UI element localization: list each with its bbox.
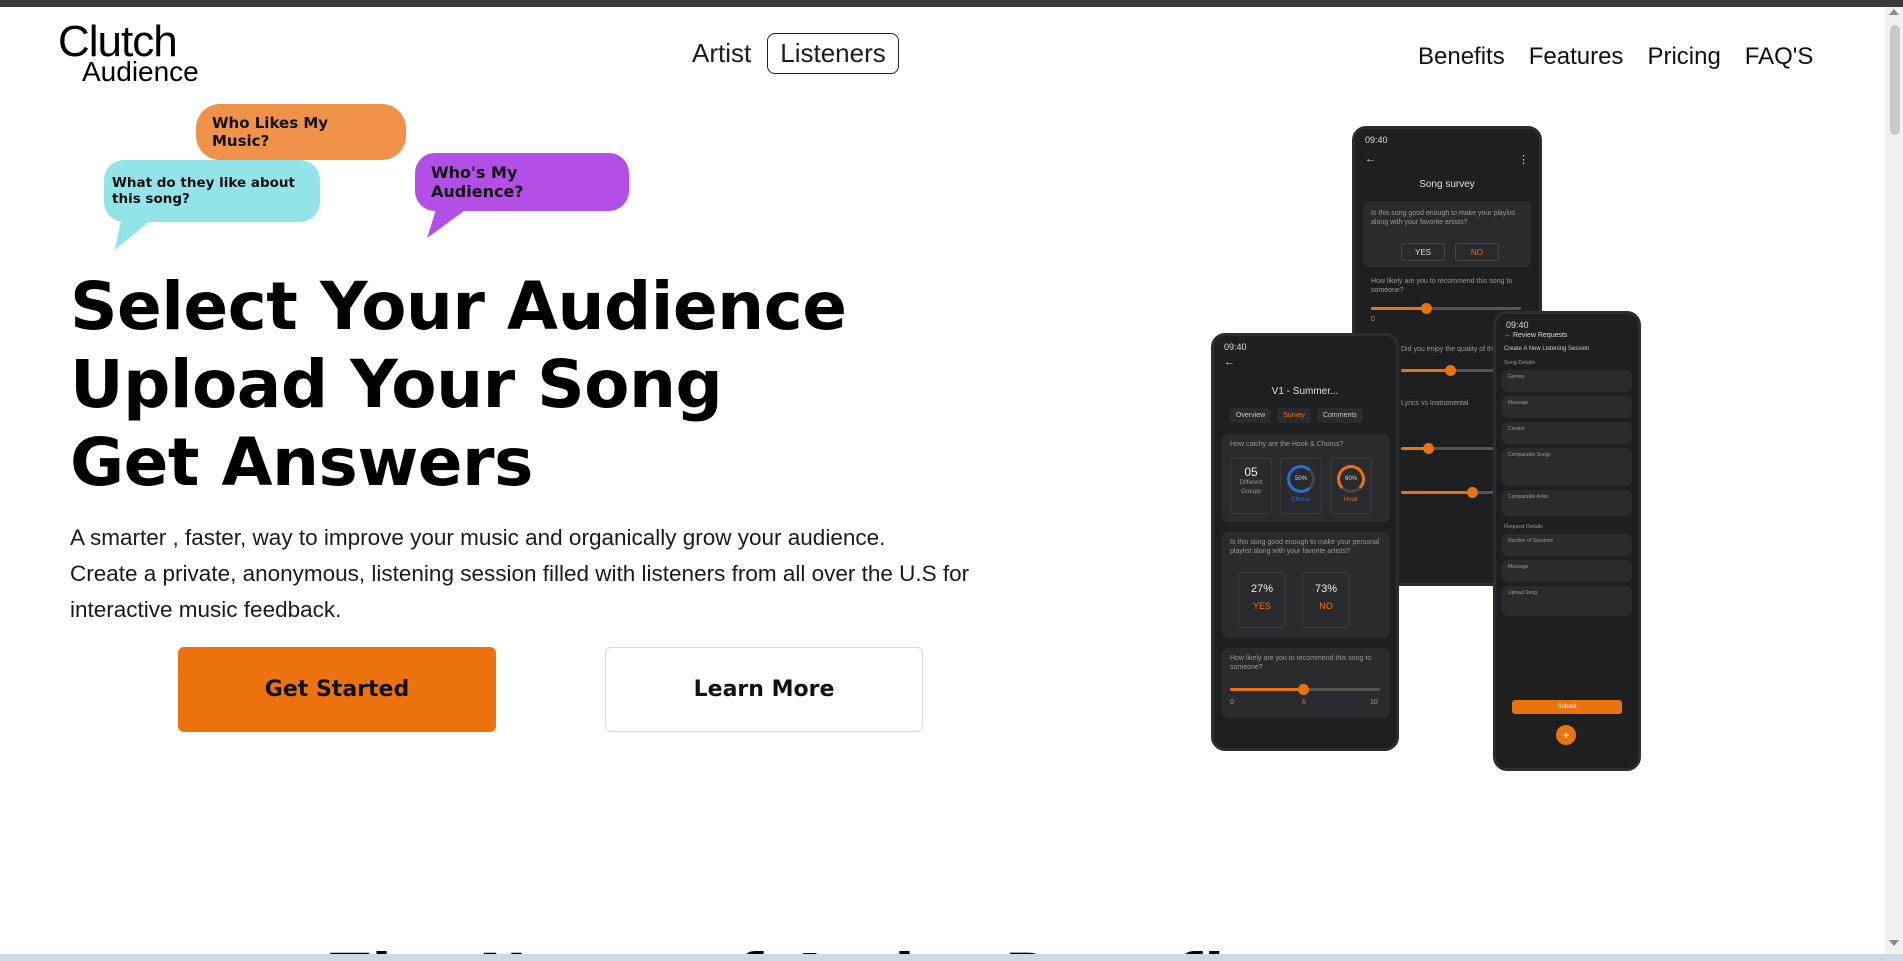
song-details-heading: Song Details [1504,360,1536,366]
field-label: Message [1508,564,1529,570]
request-details-heading: Request Details [1504,524,1543,530]
field-label: Number of Sessions [1508,538,1554,544]
field-message: Message [1502,396,1632,418]
next-section-heading: The Name of Artist Benefits [330,935,1292,954]
learn-more-button[interactable]: Learn More [605,647,923,732]
headline-line-3: Get Answers [70,424,533,501]
field-sessions: Number of Sessions [1502,534,1632,556]
nav-benefits[interactable]: Benefits [1418,43,1505,71]
back-arrow-icon: ← [1224,356,1235,368]
survey-question: How likely are you to recommend this son… [1371,278,1513,294]
review-title-text: Review Requests [1512,332,1568,339]
hook-stat: 60% Hook [1330,458,1372,514]
stats-tabs: Overview Survey Comments [1230,408,1363,423]
chorus-ring: 50% [1287,465,1315,493]
field-genres: Genres [1502,370,1632,392]
chorus-stat: 50% Chorus [1280,458,1322,514]
phone-title: V1 - Summer... [1271,386,1339,397]
get-started-button[interactable]: Get Started [178,647,496,732]
hero-description: A smarter , faster, way to improve your … [70,520,1050,628]
add-icon: + [1556,725,1576,745]
phone-title: Song survey [1419,179,1475,190]
field-label: Upload Song [1508,590,1537,596]
hero-sub-2: Create a private, anonymous, listening s… [70,561,970,622]
field-label: Comparable Songs [1508,452,1551,458]
no-option: NO [1455,243,1499,261]
phone-time: 09:40 [1224,342,1247,352]
groups-value: 05 [1244,465,1258,479]
phone-time: 09:40 [1365,135,1388,145]
field-label: Genres [1508,374,1525,380]
brand-subname: Audience [82,56,199,87]
slider-value: 6 [1302,699,1306,706]
more-icon: ⋮ [1518,154,1529,166]
no-label: NO [1319,601,1333,611]
yes-label: YES [1252,601,1271,611]
headline-line-2: Upload Your Song [70,346,723,423]
playlist-card: Is this song good enough to make your pe… [1222,532,1390,638]
slider-min: 0 [1371,316,1375,323]
yes-stat: 27% YES [1238,572,1286,628]
hero-headline: Select Your Audience Upload Your Song Ge… [70,268,847,502]
browser-bottom-bar [0,954,1903,961]
no-pct: 73% [1314,583,1338,595]
no-stat: 73% NO [1302,572,1350,628]
main-nav: Benefits Features Pricing FAQ'S [1418,43,1813,71]
brand-logo[interactable]: Clutch Audience [58,20,199,86]
nav-pricing[interactable]: Pricing [1647,43,1720,71]
field-comparable-artist: Comparable Artist [1502,490,1632,516]
field-label: Comparable Artist [1508,494,1548,500]
hook-label: Hook [1343,497,1358,503]
hero-sub-1: A smarter , faster, way to improve your … [70,525,886,550]
headline-line-1: Select Your Audience [70,268,847,345]
hook-ring: 60% [1337,465,1365,493]
browser-top-bar [0,0,1903,7]
card-question: Is this song good enough to make your pe… [1230,539,1380,555]
survey-card: Is this song good enough to make your pl… [1363,201,1531,267]
speech-bubble-who-likes: Who Likes My Music? [196,104,406,160]
speech-bubble-audience: Who's My Audience? [415,153,629,211]
recommend-card: How likely are you to recommend this son… [1222,648,1390,718]
review-subtitle: Create A New Listening Session [1504,346,1590,352]
chorus-label: Chorus [1291,497,1311,503]
phone-mockup-review: 09:40 ← Review Requests Create A New Lis… [1493,311,1641,771]
listeners-link[interactable]: Listeners [767,33,899,74]
field-message-2: Message [1502,560,1632,582]
field-creator: Creator [1502,422,1632,444]
field-upload-song: Upload Song [1502,586,1632,616]
scroll-thumb[interactable] [1890,25,1900,135]
field-label: Message [1508,400,1529,406]
audience-toggle-nav: Artist Listeners [692,33,899,74]
slider-max: 10 [1370,699,1378,706]
recommend-slider [1230,684,1380,695]
field-comparable-songs: Comparable Songs [1502,448,1632,486]
field-label: Creator [1508,426,1525,432]
scroll-down-arrow-icon[interactable] [1889,940,1899,946]
survey-question: Is this song good enough to make your pl… [1371,210,1515,226]
submit-button: Submit [1512,700,1622,714]
artist-link[interactable]: Artist [692,38,751,69]
survey-slider [1371,303,1521,314]
catchy-card: How catchy are the Hook & Chorus? 05 Dif… [1222,434,1390,522]
yes-pct: 27% [1250,583,1274,595]
vertical-scrollbar[interactable] [1885,7,1903,954]
nav-faqs[interactable]: FAQ'S [1745,43,1814,71]
phone-time: 09:40 [1506,320,1529,330]
nav-features[interactable]: Features [1529,43,1624,71]
slider-min: 0 [1230,699,1234,706]
review-title: ← Review Requests [1504,332,1568,339]
tab-comments: Comments [1316,408,1363,423]
yes-option: YES [1401,243,1445,261]
tab-overview: Overview [1230,408,1272,423]
card-question: How catchy are the Hook & Chorus? [1230,441,1344,448]
tab-survey: Survey [1277,408,1311,423]
scroll-up-arrow-icon[interactable] [1889,9,1899,15]
speech-bubble-likes-about: What do they like about this song? [104,160,320,222]
groups-label: Different Groups [1239,480,1263,495]
back-arrow-icon: ← [1365,153,1376,165]
phone-mockup-stats: 09:40 ← V1 - Summer... Overview Survey C… [1211,333,1399,751]
groups-stat: 05 Different Groups [1230,458,1272,514]
card-question: How likely are you to recommend this son… [1230,655,1372,671]
